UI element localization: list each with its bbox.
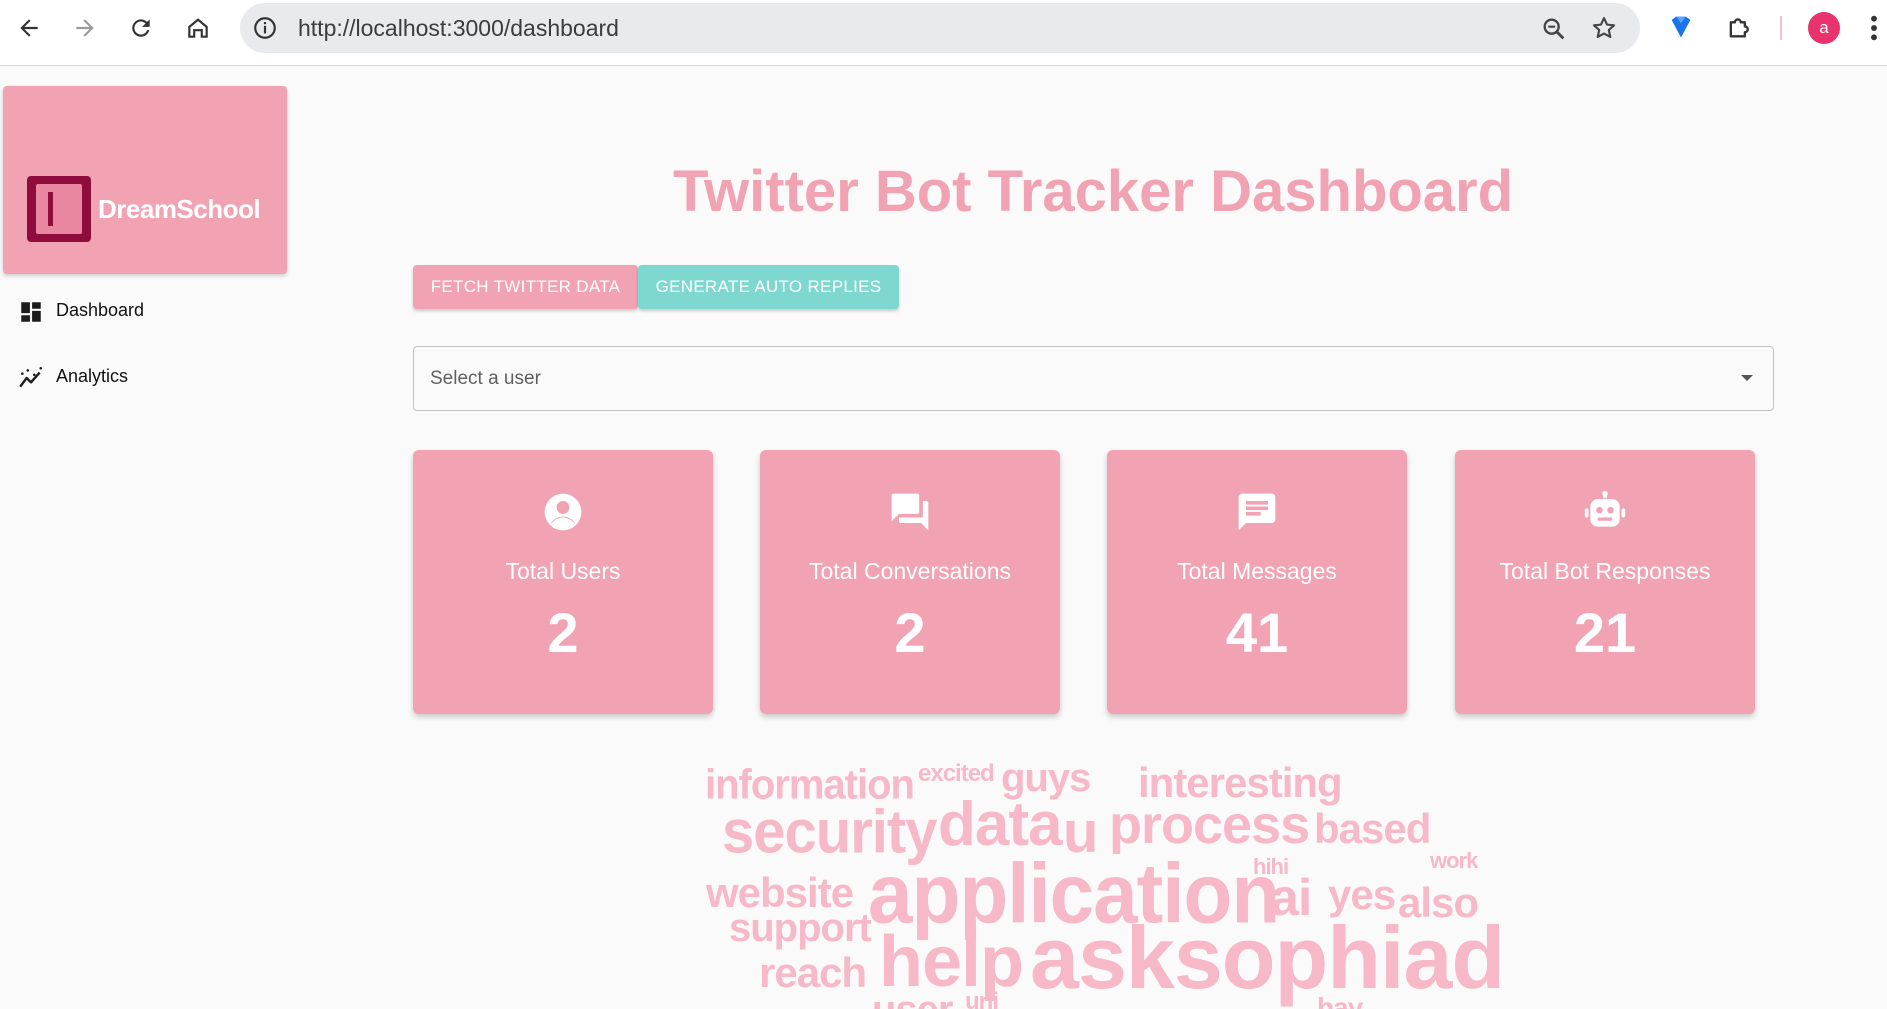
fetch-twitter-data-button[interactable]: FETCH TWITTER DATA — [413, 265, 638, 309]
profile-avatar[interactable]: a — [1808, 12, 1840, 44]
url-text[interactable]: http://localhost:3000/dashboard — [298, 3, 619, 53]
arrow-right-icon — [76, 19, 94, 37]
stat-card-total-users: Total Users 2 — [413, 450, 713, 714]
toolbar-separator — [1780, 16, 1782, 40]
user-select-placeholder: Select a user — [430, 368, 541, 389]
word-cloud-word: hay — [1317, 992, 1363, 1009]
word-cloud-word: excited — [918, 760, 995, 787]
logo-text: DreamSchool — [98, 194, 261, 224]
stat-value: 2 — [894, 601, 926, 664]
stat-card-total-messages: Total Messages 41 — [1107, 450, 1407, 714]
word-cloud-word: uni — [965, 988, 999, 1009]
stat-label: Total Bot Responses — [1499, 558, 1711, 584]
forward-button[interactable] — [67, 10, 103, 46]
more-menu-icon[interactable] — [1866, 12, 1882, 44]
word-cloud-word: process — [1109, 795, 1310, 855]
bookmark-star-icon[interactable] — [1590, 14, 1618, 42]
word-cloud-word: based — [1314, 805, 1431, 852]
home-icon — [188, 18, 208, 38]
stat-card-total-bot-responses: Total Bot Responses 21 — [1455, 450, 1755, 714]
account-circle-icon — [544, 493, 582, 531]
sidebar-item-dashboard[interactable]: Dashboard — [0, 286, 287, 336]
reload-icon — [132, 19, 150, 37]
sidebar-item-label: Dashboard — [56, 300, 145, 320]
stat-label: Total Users — [505, 558, 621, 584]
zoom-icon[interactable] — [1540, 15, 1568, 43]
browser-toolbar: http://localhost:3000/dashboard a — [0, 0, 1887, 66]
extensions-puzzle-icon[interactable] — [1725, 13, 1753, 41]
word-cloud-word: user — [872, 990, 953, 1009]
stat-value: 2 — [547, 601, 579, 664]
robot-icon — [1584, 490, 1626, 527]
generate-auto-replies-button[interactable]: GENERATE AUTO REPLIES — [638, 265, 899, 309]
word-cloud-word: work — [1430, 848, 1478, 873]
word-cloud-word: support — [729, 906, 872, 950]
stat-value: 21 — [1573, 601, 1637, 664]
dashboard-icon — [21, 302, 41, 322]
word-cloud-word: reach — [759, 949, 867, 996]
user-select[interactable]: Select a user — [413, 346, 1774, 411]
info-icon[interactable] — [252, 15, 278, 41]
extension-heart-icon[interactable] — [1667, 13, 1695, 41]
reload-button[interactable] — [123, 10, 159, 46]
word-cloud-word: asksophiads — [1030, 908, 1500, 1007]
sidebar-item-label: Analytics — [56, 366, 129, 386]
sidebar-item-analytics[interactable]: Analytics — [0, 352, 287, 402]
analytics-icon — [19, 366, 43, 388]
chat-icon — [1238, 493, 1276, 531]
logo-card: DreamSchool — [3, 86, 287, 274]
back-button[interactable] — [11, 10, 47, 46]
stat-card-total-conversations: Total Conversations 2 — [760, 450, 1060, 714]
dreamschool-logo-icon — [27, 176, 91, 242]
forum-icon — [891, 493, 929, 531]
home-button[interactable] — [180, 10, 216, 46]
page-title: Twitter Bot Tracker Dashboard — [672, 159, 1514, 224]
address-bar[interactable]: http://localhost:3000/dashboard — [240, 3, 1640, 53]
stat-label: Total Messages — [1177, 558, 1337, 584]
dropdown-arrow-icon — [1741, 375, 1753, 381]
stat-value: 41 — [1225, 601, 1289, 664]
word-cloud: information excited guys interesting sec… — [700, 750, 1500, 1009]
stat-label: Total Conversations — [809, 558, 1011, 584]
arrow-left-icon — [20, 19, 38, 37]
